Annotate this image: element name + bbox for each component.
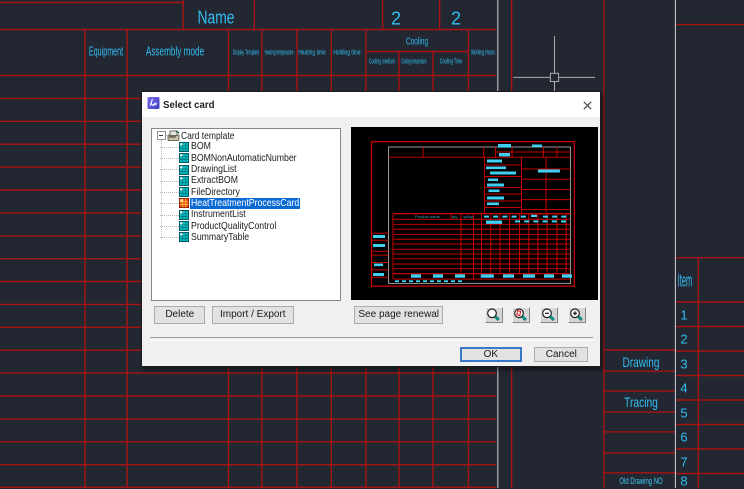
svg-text:Product name: Product name: [415, 214, 441, 219]
svg-text:qty: qty: [452, 214, 457, 219]
svg-text:wt/kg: wt/kg: [464, 214, 473, 219]
